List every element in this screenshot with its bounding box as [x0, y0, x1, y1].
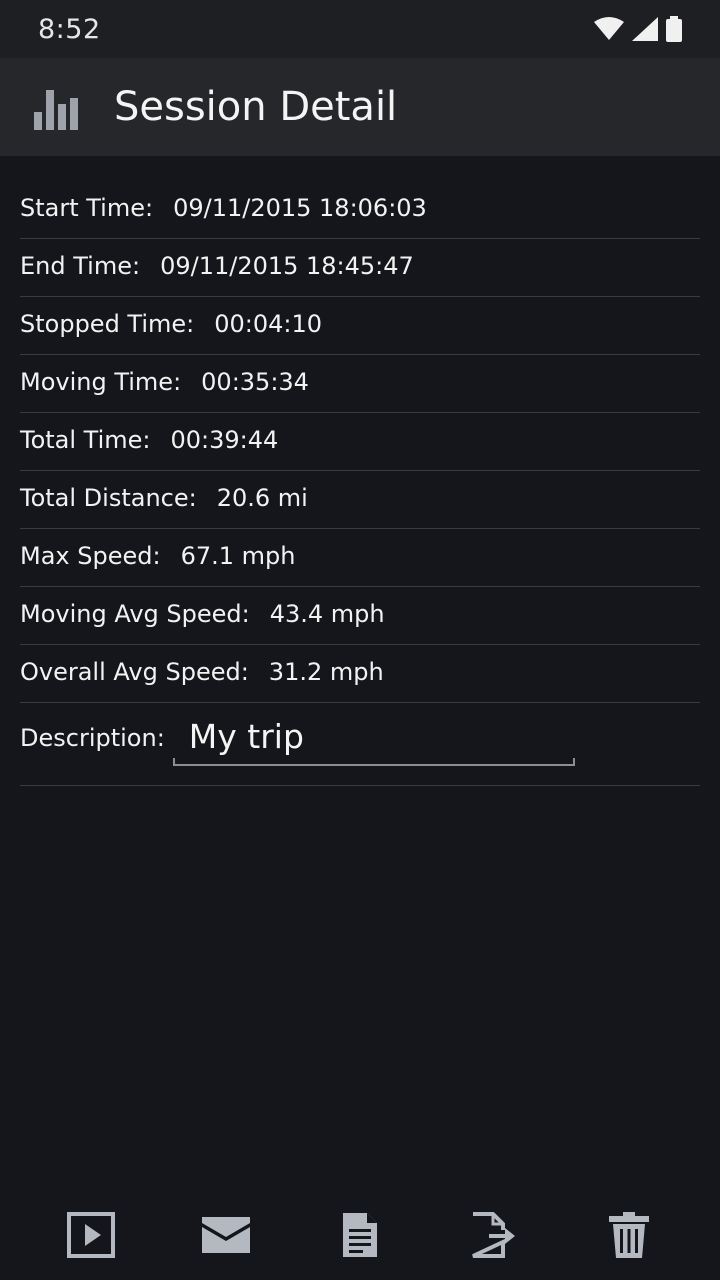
detail-label: Stopped Time:	[20, 310, 195, 338]
detail-value: 20.6 mi	[216, 484, 308, 512]
detail-row-moving-time: Moving Time: 00:35:34	[20, 356, 700, 413]
wifi-icon	[594, 17, 624, 40]
detail-label: End Time:	[20, 252, 141, 280]
battery-icon	[666, 16, 682, 42]
description-row: Description:	[20, 704, 700, 786]
detail-value: 67.1 mph	[180, 542, 296, 570]
detail-row-start-time: Start Time: 09/11/2015 18:06:03	[20, 182, 700, 239]
detail-value: 00:35:34	[201, 368, 309, 396]
detail-row-end-time: End Time: 09/11/2015 18:45:47	[20, 240, 700, 297]
play-icon	[67, 1212, 116, 1258]
play-button[interactable]	[55, 1199, 127, 1271]
detail-label: Moving Avg Speed:	[20, 600, 250, 628]
detail-label: Start Time:	[20, 194, 154, 222]
detail-value: 09/11/2015 18:06:03	[173, 194, 427, 222]
export-button[interactable]	[458, 1199, 530, 1271]
description-label: Description:	[20, 724, 165, 752]
detail-row-stopped-time: Stopped Time: 00:04:10	[20, 298, 700, 355]
status-icons	[594, 16, 682, 42]
detail-label: Total Time:	[20, 426, 151, 454]
detail-row-moving-avg-speed: Moving Avg Speed: 43.4 mph	[20, 588, 700, 645]
detail-value: 31.2 mph	[268, 658, 384, 686]
detail-label: Max Speed:	[20, 542, 161, 570]
detail-label: Overall Avg Speed:	[20, 658, 249, 686]
detail-value: 00:04:10	[214, 310, 323, 338]
email-button[interactable]	[190, 1199, 262, 1271]
detail-label: Moving Time:	[20, 368, 182, 396]
delete-button[interactable]	[593, 1199, 665, 1271]
mail-icon	[201, 1217, 250, 1253]
bottom-toolbar	[0, 1190, 720, 1280]
detail-value: 00:39:44	[170, 426, 279, 454]
description-input[interactable]	[172, 714, 575, 764]
status-bar: 8:52	[0, 0, 720, 58]
trash-icon	[608, 1212, 649, 1258]
document-icon	[342, 1213, 377, 1257]
detail-row-overall-avg-speed: Overall Avg Speed: 31.2 mph	[20, 646, 700, 703]
session-detail-list: Start Time: 09/11/2015 18:06:03 End Time…	[20, 182, 700, 786]
status-time: 8:52	[38, 13, 101, 45]
bar-chart-icon	[34, 90, 78, 130]
screen: 8:52 Session Detail Start Time: 09/11/20…	[0, 0, 720, 1280]
cell-signal-icon	[632, 17, 658, 41]
detail-value: 09/11/2015 18:45:47	[160, 252, 414, 280]
detail-value: 43.4 mph	[269, 600, 385, 628]
detail-label: Total Distance:	[20, 484, 197, 512]
detail-row-total-distance: Total Distance: 20.6 mi	[20, 472, 700, 529]
detail-row-total-time: Total Time: 00:39:44	[20, 414, 700, 471]
page-title: Session Detail	[114, 84, 398, 130]
description-field-wrapper	[172, 714, 575, 766]
app-bar: Session Detail	[0, 58, 720, 156]
document-button[interactable]	[324, 1199, 396, 1271]
export-icon	[472, 1212, 516, 1258]
detail-row-max-speed: Max Speed: 67.1 mph	[20, 530, 700, 587]
